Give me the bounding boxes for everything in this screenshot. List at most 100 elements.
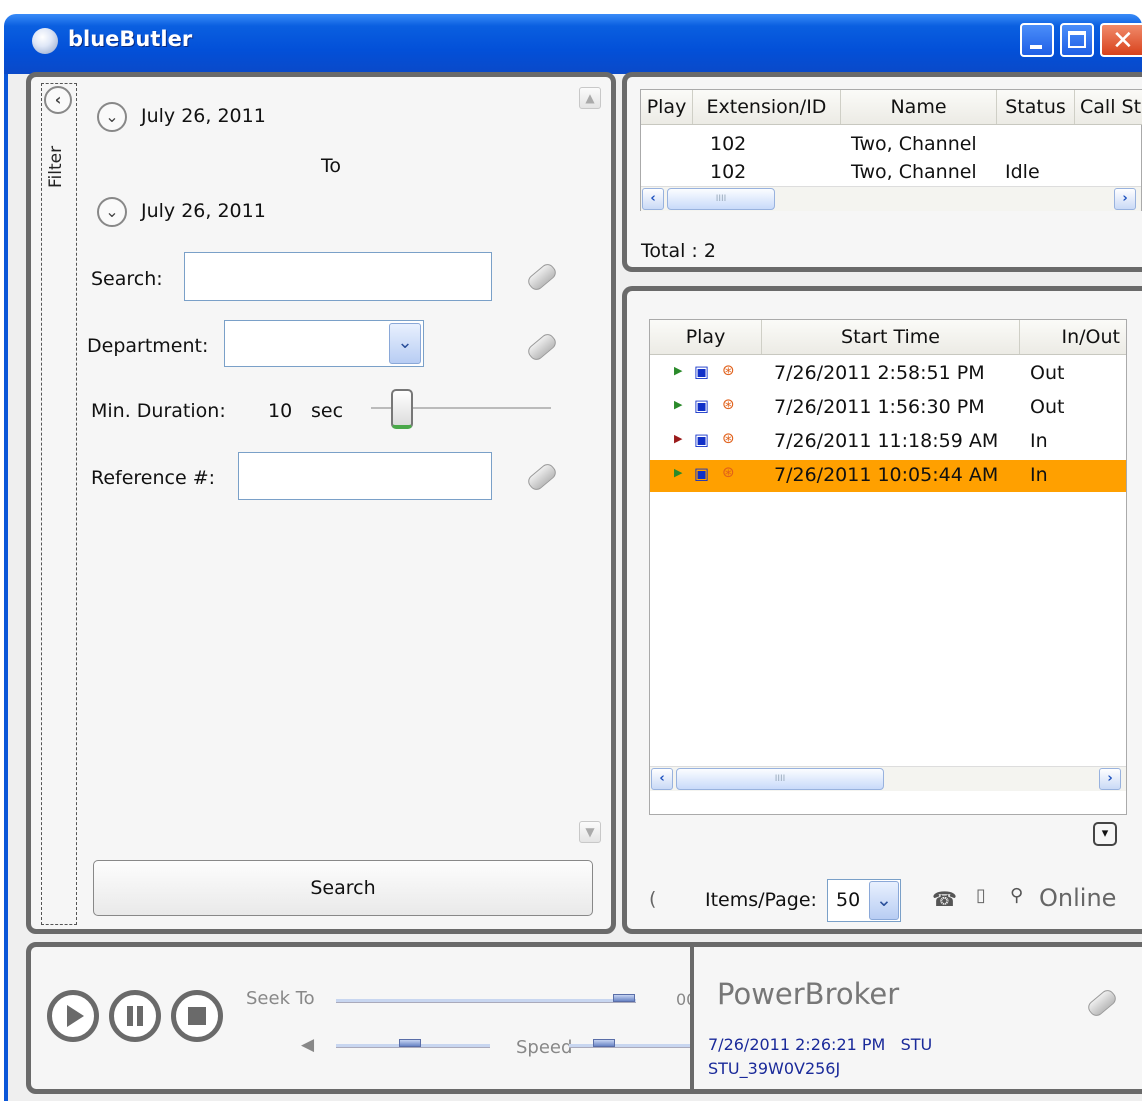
filter-sidebar-label: Filter xyxy=(46,145,66,188)
calls-panel: Play Start Time In/Out ▶ ▣ ⊛ 7/26/2011 2:58… xyxy=(622,286,1142,934)
call-start-time: 7/26/2011 2:58:51 PM xyxy=(774,362,985,384)
calls-scroll-left-icon[interactable]: ‹ xyxy=(651,768,673,790)
app-logo-icon xyxy=(32,28,58,54)
department-select[interactable]: ⌄ xyxy=(224,320,424,367)
save-icon[interactable]: ▣ xyxy=(694,430,709,449)
info-title: PowerBroker xyxy=(717,977,900,1011)
play-arrow-icon[interactable]: ▶ xyxy=(674,466,682,479)
call-row[interactable]: ▶ ▣ ⊛ 7/26/2011 2:58:51 PM Out xyxy=(650,358,1126,390)
scroll-right-icon[interactable]: › xyxy=(1114,188,1136,210)
date-to-dropdown-icon[interactable]: ⌄ xyxy=(97,197,127,227)
info-panel: PowerBroker 7/26/2011 2:26:21 PM STU STU… xyxy=(690,942,1142,1094)
col-call-play[interactable]: Play xyxy=(650,320,762,354)
speed-slider[interactable] xyxy=(569,1044,695,1048)
col-status[interactable]: Status xyxy=(997,90,1075,124)
extensions-table: Play Extension/ID Name Status Call St 10… xyxy=(640,89,1142,211)
clear-search-icon[interactable] xyxy=(525,261,559,293)
ext-row-2-status[interactable]: Idle xyxy=(1005,161,1040,183)
maximize-button[interactable] xyxy=(1060,23,1094,57)
ext-row-1-name[interactable]: Two, Channel xyxy=(851,133,977,155)
call-row[interactable]: ▶ ▣ ⊛ 7/26/2011 10:05:44 AM In xyxy=(650,460,1126,492)
items-chevron-down-icon[interactable]: ⌄ xyxy=(869,881,899,920)
play-button[interactable] xyxy=(47,990,99,1042)
volume-slider-handle[interactable] xyxy=(399,1039,421,1047)
call-row[interactable]: ▶ ▣ ⊛ 7/26/2011 1:56:30 PM Out xyxy=(650,392,1126,424)
device-icon[interactable]: ▯ xyxy=(976,885,986,906)
duration-slider-handle[interactable] xyxy=(391,389,413,429)
total-value: : 2 xyxy=(691,240,716,262)
extensions-panel: Play Extension/ID Name Status Call St 10… xyxy=(622,72,1142,272)
total-label: Total : 2 xyxy=(641,240,716,262)
calls-scroll-right-icon[interactable]: › xyxy=(1099,768,1121,790)
phone-icon[interactable]: ☎ xyxy=(932,887,957,911)
col-extension[interactable]: Extension/ID xyxy=(693,90,841,124)
col-call-status[interactable]: Call St xyxy=(1075,90,1142,124)
scroll-up-icon[interactable]: ▲ xyxy=(579,87,601,109)
window-title: blueButler xyxy=(68,27,193,51)
filter-sidebar[interactable]: ‹ Filter xyxy=(41,83,77,925)
note-icon[interactable]: ⊛ xyxy=(722,395,735,413)
ext-row-2-name[interactable]: Two, Channel xyxy=(851,161,977,183)
title-bar[interactable]: blueButler ✕ xyxy=(0,0,1142,78)
close-button[interactable]: ✕ xyxy=(1100,23,1142,57)
items-per-page-value: 50 xyxy=(836,889,861,911)
speed-label: Speed xyxy=(516,1037,573,1058)
calls-hscroll[interactable]: ‹ IIII › xyxy=(650,766,1126,791)
col-play[interactable]: Play xyxy=(641,90,693,124)
clear-info-icon[interactable] xyxy=(1085,987,1119,1019)
note-icon[interactable]: ⊛ xyxy=(722,429,735,447)
col-name[interactable]: Name xyxy=(841,90,997,124)
minimize-button[interactable] xyxy=(1020,23,1054,57)
date-from[interactable]: July 26, 2011 xyxy=(141,105,266,127)
volume-icon[interactable]: ◀ xyxy=(301,1035,314,1055)
date-to[interactable]: July 26, 2011 xyxy=(141,200,266,222)
calls-table-header: Play Start Time In/Out xyxy=(650,320,1126,355)
extensions-hscroll[interactable]: ‹ IIII › xyxy=(641,186,1141,211)
scroll-left-icon[interactable]: ‹ xyxy=(642,188,664,210)
pause-icon xyxy=(127,1006,133,1026)
scroll-down-icon[interactable]: ▼ xyxy=(579,821,601,843)
play-icon xyxy=(67,1005,84,1027)
status-online: Online xyxy=(1039,884,1117,912)
clear-department-icon[interactable] xyxy=(525,331,559,363)
clear-reference-icon[interactable] xyxy=(525,461,559,493)
stop-button[interactable] xyxy=(171,990,223,1042)
reference-input[interactable] xyxy=(238,452,492,500)
extensions-table-header: Play Extension/ID Name Status Call St xyxy=(641,90,1142,125)
ext-row-2-ext[interactable]: 102 xyxy=(710,161,746,183)
call-start-time: 7/26/2011 1:56:30 PM xyxy=(774,396,985,418)
search-button[interactable]: Search xyxy=(93,860,593,916)
pin-icon[interactable]: ⚲ xyxy=(1010,885,1023,906)
seek-slider-handle[interactable] xyxy=(613,994,635,1002)
save-icon[interactable]: ▣ xyxy=(694,464,709,483)
pause-button[interactable] xyxy=(109,990,161,1042)
info-line-2: STU_39W0V256J xyxy=(708,1059,841,1078)
chevron-down-icon[interactable]: ⌄ xyxy=(389,323,421,364)
collapse-icon[interactable]: ‹ xyxy=(44,86,72,114)
search-input[interactable] xyxy=(184,252,492,301)
date-from-dropdown-icon[interactable]: ⌄ xyxy=(97,102,127,132)
play-arrow-icon[interactable]: ▶ xyxy=(674,364,682,377)
play-arrow-icon[interactable]: ▶ xyxy=(674,398,682,411)
calls-hscroll-thumb[interactable]: IIII xyxy=(676,768,884,790)
calls-table: Play Start Time In/Out ▶ ▣ ⊛ 7/26/2011 2:58… xyxy=(649,319,1127,815)
save-icon[interactable]: ▣ xyxy=(694,362,709,381)
col-start-time[interactable]: Start Time xyxy=(762,320,1020,354)
seek-slider[interactable] xyxy=(336,999,636,1003)
call-row[interactable]: ▶ ▣ ⊛ 7/26/2011 11:18:59 AM In xyxy=(650,426,1126,458)
col-in-out[interactable]: In/Out xyxy=(1020,320,1126,354)
speed-slider-handle[interactable] xyxy=(593,1039,615,1047)
player-panel: Seek To 00 ◀ Speed xyxy=(26,942,700,1094)
loading-icon: ( xyxy=(649,888,657,910)
note-icon[interactable]: ⊛ xyxy=(722,463,735,481)
save-icon[interactable]: ▣ xyxy=(694,396,709,415)
call-direction: Out xyxy=(1030,396,1065,418)
play-arrow-icon[interactable]: ▶ xyxy=(674,432,682,445)
min-duration-label: Min. Duration: xyxy=(91,400,226,422)
expand-icon[interactable]: ▾ xyxy=(1093,822,1117,846)
call-direction: Out xyxy=(1030,362,1065,384)
extensions-hscroll-thumb[interactable]: IIII xyxy=(667,188,775,210)
ext-row-1-ext[interactable]: 102 xyxy=(710,133,746,155)
items-per-page-select[interactable]: 50 ⌄ xyxy=(827,879,901,922)
note-icon[interactable]: ⊛ xyxy=(722,361,735,379)
